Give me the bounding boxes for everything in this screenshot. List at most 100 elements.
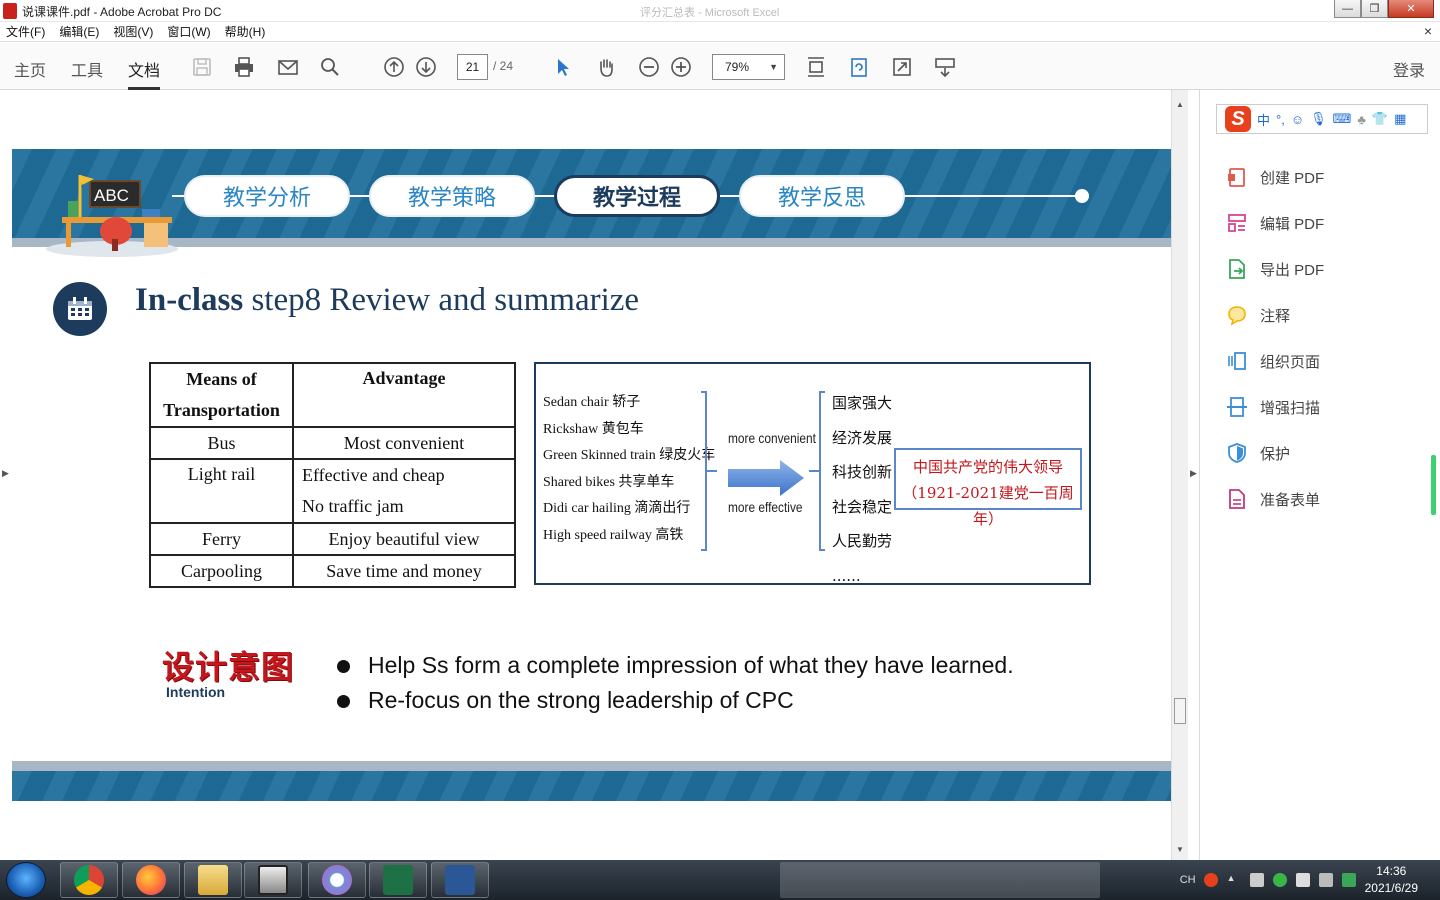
panel-scroll-indicator[interactable] [1431, 455, 1436, 515]
input-language[interactable]: CH [1180, 874, 1196, 886]
skin-icon[interactable]: 👕 [1372, 111, 1388, 127]
mic-icon[interactable]: 🎙 [1310, 111, 1327, 127]
tool-export-pdf[interactable]: 导出 PDF [1226, 258, 1324, 280]
advantage-line: No traffic jam [302, 496, 404, 516]
clock-date: 2021/6/29 [1364, 881, 1418, 895]
list-item: Shared bikes 共享单车 [543, 474, 675, 490]
tool-comment[interactable]: 注释 [1226, 304, 1290, 326]
clock-time: 14:36 [1376, 864, 1407, 878]
tool-prepare-form[interactable]: 准备表单 [1226, 488, 1320, 510]
list-item: 人民勤劳 [832, 532, 893, 550]
header-line: Means of [186, 369, 257, 389]
table-header-advantage: Advantage [292, 362, 516, 428]
shield-icon[interactable] [1341, 873, 1356, 887]
tab-document[interactable]: 文档 [128, 57, 161, 90]
table-row: Bus Most convenient [149, 426, 516, 460]
sogou-tray-icon[interactable] [1203, 873, 1218, 887]
ime-toolbar[interactable]: S 中 °, ☺ 🎙 ⌨ ♣ 👕 ▦ [1216, 104, 1428, 134]
table-row: Ferry Enjoy beautiful view [149, 522, 516, 556]
login-button[interactable]: 登录 [1393, 57, 1425, 81]
security-icon[interactable] [1272, 873, 1287, 887]
step-pill-reflection: 教学反思 [739, 175, 905, 217]
footer-stripe [12, 761, 1171, 771]
zoom-in-icon[interactable] [669, 55, 693, 79]
page-number-input[interactable]: 21 [457, 54, 488, 80]
close-button[interactable]: ✕ [1388, 0, 1434, 18]
tab-home[interactable]: 主页 [14, 57, 46, 81]
user-icon[interactable]: ♣ [1357, 112, 1366, 127]
vertical-scrollbar[interactable]: ▲ ▼ [1171, 90, 1188, 860]
desk-illustration-icon: ABC [46, 175, 178, 257]
scroll-down-icon[interactable]: ▼ [1176, 845, 1184, 854]
maximize-button[interactable]: ❐ [1361, 0, 1388, 18]
ghost-window-title: 评分汇总表 - Microsoft Excel [640, 7, 780, 19]
rotate-icon[interactable] [847, 55, 871, 79]
bracket-tick [809, 470, 819, 472]
tray-expand-icon[interactable]: ▲ [1227, 873, 1241, 887]
system-tray: CH ▲ 14:36 2021/6/29 [1180, 860, 1440, 900]
step-pill-analysis: 教学分析 [184, 175, 350, 217]
minimize-button[interactable]: — [1334, 0, 1361, 18]
chrome-icon[interactable] [60, 862, 118, 898]
scroll-up-icon[interactable]: ▲ [1176, 100, 1184, 109]
ime-mode[interactable]: 中 [1257, 110, 1270, 129]
itunes-icon[interactable] [308, 862, 366, 898]
tab-tools[interactable]: 工具 [71, 57, 103, 81]
start-button[interactable] [6, 862, 46, 898]
viewer-icon[interactable] [244, 862, 302, 898]
volume-icon[interactable] [1318, 873, 1333, 887]
document-close-icon[interactable]: × [1424, 23, 1432, 39]
tool-protect[interactable]: 保护 [1226, 442, 1290, 464]
page-down-icon[interactable] [414, 55, 438, 79]
clock[interactable]: 14:36 2021/6/29 [1365, 863, 1418, 897]
table-cell: Bus [149, 426, 294, 460]
zoom-out-icon[interactable] [637, 55, 661, 79]
flag-icon[interactable] [1295, 873, 1310, 887]
excel-icon[interactable] [369, 862, 427, 898]
save-icon[interactable] [190, 55, 214, 79]
tool-label: 增强扫描 [1260, 399, 1321, 417]
print-icon[interactable] [232, 55, 256, 79]
tool-edit-pdf[interactable]: 编辑 PDF [1226, 212, 1324, 234]
menu-help[interactable]: 帮助(H) [225, 23, 266, 40]
table-cell: Light rail [149, 458, 294, 524]
right-panel-toggle-icon[interactable]: ▶ [1190, 468, 1197, 479]
firefox-icon[interactable] [122, 862, 180, 898]
mail-icon[interactable] [276, 55, 300, 79]
word-icon[interactable] [431, 862, 489, 898]
tool-enhance-scan[interactable]: 增强扫描 [1226, 396, 1320, 418]
fullscreen-icon[interactable] [890, 55, 914, 79]
page-total: / 24 [493, 59, 514, 73]
progress-end-dot [1075, 189, 1089, 203]
left-panel-toggle-icon[interactable]: ▶ [2, 468, 9, 479]
zoom-select[interactable]: 79% ▼ [712, 54, 785, 80]
keyboard-icon[interactable]: ⌨ [1333, 111, 1352, 127]
page-up-icon[interactable] [382, 55, 406, 79]
fit-page-icon[interactable] [804, 55, 828, 79]
tool-create-pdf[interactable]: 创建 PDF [1226, 166, 1324, 188]
network-icon[interactable] [1249, 873, 1264, 887]
menu-view[interactable]: 视图(V) [113, 23, 153, 40]
tool-label: 保护 [1260, 445, 1291, 463]
search-icon[interactable] [318, 55, 342, 79]
ime-punct[interactable]: °, [1276, 112, 1285, 127]
scrollbar-thumb[interactable] [1174, 698, 1186, 724]
menu-edit[interactable]: 编辑(E) [59, 23, 99, 40]
grid-icon[interactable]: ▦ [1394, 111, 1406, 127]
tool-label: 注释 [1260, 307, 1291, 325]
list-item: Rickshaw 黄包车 [543, 421, 644, 437]
heading-rest: step8 Review and summarize [243, 282, 640, 318]
emoji-icon[interactable]: ☺ [1291, 112, 1304, 127]
ghost-task-button[interactable] [780, 862, 1100, 898]
tool-organize-pages[interactable]: 组织页面 [1226, 350, 1320, 372]
menu-window[interactable]: 窗口(W) [167, 23, 210, 40]
banner-underline [12, 238, 1171, 247]
explorer-icon[interactable] [184, 862, 242, 898]
select-arrow-icon[interactable] [551, 55, 575, 79]
footer-band [12, 771, 1171, 801]
tool-label: 编辑 PDF [1260, 215, 1325, 233]
read-mode-icon[interactable] [933, 55, 957, 79]
hand-icon[interactable] [594, 55, 618, 79]
menu-file[interactable]: 文件(F) [6, 23, 45, 40]
cpc-line-2: （1921-2021建党一百周年） [902, 484, 1074, 528]
